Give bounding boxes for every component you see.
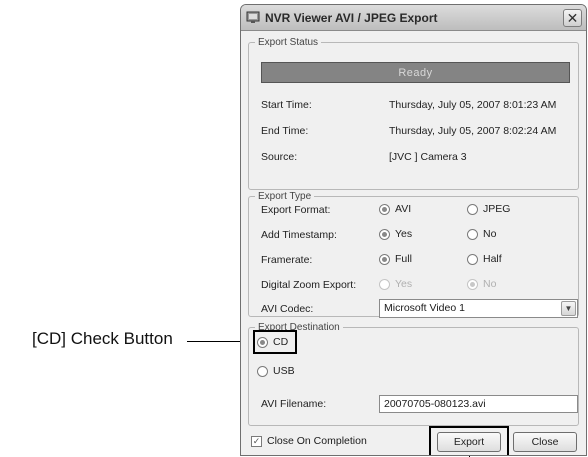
export-format-label: Export Format: — [261, 204, 331, 216]
camera-window-icon — [246, 11, 260, 23]
close-on-completion-label: Close On Completion — [267, 435, 367, 447]
radio-framerate-full-label: Full — [395, 253, 412, 265]
window-close-button[interactable]: ✕ — [563, 9, 582, 27]
avi-filename-label: AVI Filename: — [261, 398, 327, 410]
radio-avi[interactable]: AVI — [379, 203, 411, 215]
radio-checked-icon — [379, 228, 390, 240]
avi-filename-value: 20070705-080123.avi — [384, 398, 486, 410]
export-dialog: NVR Viewer AVI / JPEG Export ✕ Export St… — [240, 4, 587, 456]
title-bar[interactable]: NVR Viewer AVI / JPEG Export ✕ — [241, 5, 586, 31]
radio-unchecked-icon — [257, 365, 268, 377]
radio-checked-icon — [379, 253, 390, 265]
radio-zoom-no-label: No — [483, 278, 497, 290]
source-label: Source: — [261, 151, 298, 163]
avi-codec-value: Microsoft Video 1 — [384, 302, 465, 314]
avi-codec-select[interactable]: Microsoft Video 1 ▼ — [379, 299, 578, 318]
digital-zoom-label: Digital Zoom Export: — [261, 279, 357, 291]
status-text: Ready — [398, 66, 433, 79]
close-button[interactable]: Close — [513, 432, 577, 452]
avi-filename-input[interactable]: 20070705-080123.avi — [379, 395, 578, 413]
radio-zoom-yes-label: Yes — [395, 278, 413, 290]
radio-unchecked-icon — [467, 228, 478, 240]
chevron-down-icon[interactable]: ▼ — [561, 301, 576, 316]
end-time-value: Thursday, July 05, 2007 8:02:24 AM — [389, 125, 557, 137]
radio-timestamp-no-label: No — [483, 228, 497, 240]
export-highlight-box — [429, 426, 509, 455]
close-icon: ✕ — [566, 10, 579, 26]
radio-avi-label: AVI — [395, 203, 412, 215]
radio-jpeg-label: JPEG — [483, 203, 511, 215]
radio-unchecked-icon — [379, 278, 390, 290]
source-value: [JVC ] Camera 3 — [389, 151, 467, 163]
callout-label: [CD] Check Button — [32, 329, 173, 348]
radio-framerate-half[interactable]: Half — [467, 253, 502, 265]
callout-line — [187, 341, 241, 342]
radio-timestamp-yes-label: Yes — [395, 228, 413, 240]
cd-highlight-box — [253, 330, 297, 354]
add-timestamp-label: Add Timestamp: — [261, 229, 337, 241]
radio-unchecked-icon — [467, 253, 478, 265]
framerate-label: Framerate: — [261, 254, 313, 266]
radio-framerate-full[interactable]: Full — [379, 253, 412, 265]
radio-usb[interactable]: USB — [257, 365, 295, 377]
window-title: NVR Viewer AVI / JPEG Export — [265, 11, 438, 25]
radio-usb-label: USB — [273, 365, 295, 377]
close-button-label: Close — [531, 436, 559, 448]
avi-codec-label: AVI Codec: — [261, 303, 314, 315]
radio-framerate-half-label: Half — [483, 253, 502, 265]
radio-unchecked-icon — [467, 203, 478, 215]
checkmark-icon: ✓ — [251, 435, 262, 447]
radio-zoom-yes: Yes — [379, 278, 412, 290]
export-status-legend: Export Status — [255, 36, 322, 49]
start-time-value: Thursday, July 05, 2007 8:01:23 AM — [389, 99, 557, 111]
start-time-label: Start Time: — [261, 99, 312, 111]
radio-timestamp-yes[interactable]: Yes — [379, 228, 412, 240]
close-on-completion-checkbox[interactable]: ✓ Close On Completion — [251, 435, 367, 447]
radio-jpeg[interactable]: JPEG — [467, 203, 510, 215]
status-bar: Ready — [261, 62, 570, 83]
radio-checked-icon — [379, 203, 390, 215]
end-time-label: End Time: — [261, 125, 309, 137]
export-type-legend: Export Type — [255, 190, 315, 203]
radio-zoom-no: No — [467, 278, 496, 290]
radio-checked-icon — [467, 278, 478, 290]
radio-timestamp-no[interactable]: No — [467, 228, 496, 240]
